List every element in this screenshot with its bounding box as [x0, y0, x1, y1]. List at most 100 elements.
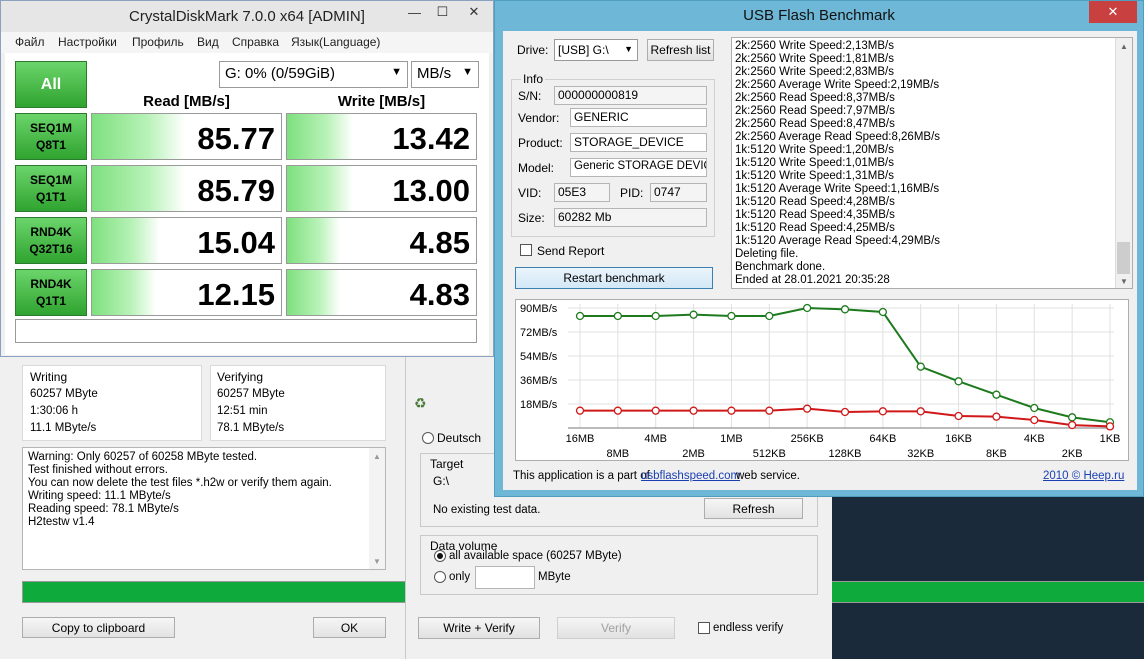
size-field[interactable]: 60282 Mb	[554, 208, 707, 227]
scroll-down-icon[interactable]: ▼	[373, 555, 381, 568]
refresh-list-button[interactable]: Refresh list	[647, 39, 714, 61]
test-label-line1: RND4K	[30, 276, 72, 291]
result-message-box[interactable]: Warning: Only 60257 of 60258 MByte teste…	[22, 447, 386, 570]
read-result: 85.77	[91, 113, 282, 160]
write-value: 4.85	[409, 225, 470, 260]
minimize-icon[interactable]: —	[401, 1, 428, 23]
write-bar	[287, 218, 340, 263]
log-line: 1k:5120 Average Read Speed:4,29MB/s	[735, 235, 941, 247]
read-bar	[92, 218, 161, 263]
log-line: 2k:2560 Average Read Speed:8,26MB/s	[735, 131, 941, 143]
all-space-radio[interactable]	[434, 550, 446, 562]
log-line: 2k:2560 Write Speed:2,83MB/s	[735, 66, 894, 78]
test-button-seq1m-q1t1[interactable]: SEQ1M Q1T1	[15, 165, 87, 212]
message-line: Reading speed: 78.1 MByte/s	[28, 503, 179, 515]
usb-title: USB Flash Benchmark	[743, 7, 895, 24]
x-tick-label: 4MB	[644, 433, 667, 445]
write-result: 4.83	[286, 269, 477, 316]
data-point	[651, 311, 660, 321]
menu-help[interactable]: Справка	[232, 35, 279, 49]
send-report-label: Send Report	[537, 244, 605, 258]
close-icon[interactable]: ✕	[456, 1, 492, 23]
deutsch-radio[interactable]	[422, 432, 434, 444]
log-line: Benchmark done.	[735, 261, 826, 273]
restart-benchmark-button[interactable]: Restart benchmark	[515, 267, 713, 289]
menu-profile[interactable]: Профиль	[132, 35, 184, 49]
h2testw-app-icon: ♻	[414, 395, 427, 411]
model-label: Model:	[518, 161, 555, 175]
verifying-label: Verifying	[217, 370, 264, 384]
test-button-rnd4k-q32t16[interactable]: RND4K Q32T16	[15, 217, 87, 264]
cdm-titlebar[interactable]: CrystalDiskMark 7.0.0 x64 [ADMIN] — ☐ ✕	[1, 1, 493, 32]
x-tick-label: 512KB	[753, 448, 786, 460]
speed-chart: 18MB/s 36MB/s 54MB/s 72MB/s 90MB/s 16MB 8MB 4MB…	[515, 299, 1129, 461]
drive-label: Drive:	[517, 43, 549, 57]
write-verify-button[interactable]: Write + Verify	[418, 617, 540, 639]
menu-view[interactable]: Вид	[197, 35, 219, 49]
test-label-line2: Q1T1	[35, 189, 66, 204]
x-tick-label: 1KB	[1100, 433, 1121, 445]
benchmark-log[interactable]: 2k:2560 Write Speed:2,13MB/s 2k:2560 Wri…	[731, 37, 1133, 289]
read-result: 12.15	[91, 269, 282, 316]
data-point	[1067, 420, 1077, 430]
all-button[interactable]: All	[15, 61, 87, 108]
only-radio[interactable]	[434, 571, 446, 583]
log-line: 1k:5120 Write Speed:1,01MB/s	[735, 157, 894, 169]
log-line: 2k:2560 Read Speed:8,47MB/s	[735, 118, 895, 130]
log-scrollbar[interactable]: ▲ ▼	[1115, 38, 1132, 288]
chevron-down-icon: ▼	[462, 66, 473, 78]
log-scroll-thumb[interactable]	[1117, 242, 1130, 274]
deutsch-label: Deutsch	[437, 431, 482, 445]
product-field[interactable]: STORAGE_DEVICE	[570, 133, 707, 152]
endless-verify-checkbox[interactable]	[698, 622, 710, 634]
ok-button[interactable]: OK	[313, 617, 386, 638]
read-value: 85.79	[197, 173, 275, 208]
sn-field[interactable]: 000000000819	[554, 86, 707, 105]
y-tick-label: 90MB/s	[520, 303, 558, 315]
data-point	[954, 377, 963, 386]
maximize-icon[interactable]: ☐	[429, 1, 456, 23]
data-point	[575, 406, 585, 415]
scroll-up-icon[interactable]: ▲	[373, 450, 381, 463]
unit-select[interactable]: MB/s ▼	[411, 61, 479, 88]
message-scrollbar[interactable]: ▲ ▼	[369, 448, 385, 569]
speed-chart-svg: 18MB/s 36MB/s 54MB/s 72MB/s 90MB/s 16MB 8MB 4MB…	[520, 303, 1121, 460]
scroll-down-icon[interactable]: ▼	[1120, 275, 1128, 288]
verify-button[interactable]: Verify	[557, 617, 675, 639]
close-icon[interactable]: ✕	[1089, 1, 1137, 23]
scroll-up-icon[interactable]: ▲	[1120, 40, 1128, 53]
menu-settings[interactable]: Настройки	[58, 35, 117, 49]
usb-drive-select[interactable]: [USB] G:\ ▼	[554, 39, 638, 61]
copy-to-clipboard-button[interactable]: Copy to clipboard	[22, 617, 175, 638]
only-mbyte-input[interactable]	[475, 566, 535, 589]
data-point	[916, 407, 925, 416]
vid-field[interactable]: 05E3	[554, 183, 610, 202]
model-field[interactable]: Generic STORAGE DEVICE	[570, 158, 707, 177]
test-button-seq1m-q8t1[interactable]: SEQ1M Q8T1	[15, 113, 87, 160]
drive-select[interactable]: G: 0% (0/59GiB) ▼	[219, 61, 408, 88]
refresh-button[interactable]: Refresh	[704, 498, 803, 519]
data-point	[1030, 403, 1039, 413]
vendor-field[interactable]: GENERIC	[570, 108, 707, 127]
message-line: You can now delete the test files *.h2w …	[28, 477, 332, 489]
usbflashspeed-link[interactable]: usbflashspeed.com	[641, 470, 740, 482]
log-line: 2k:2560 Write Speed:1,81MB/s	[735, 53, 894, 65]
heep-link[interactable]: 2010 © Heep.ru	[1043, 470, 1124, 482]
footer-suffix: web service.	[736, 470, 800, 482]
cdm-menubar: Файл Настройки Профиль Вид Справка Язык(…	[1, 32, 493, 53]
message-line: H2testw v1.4	[28, 516, 95, 528]
send-report-checkbox[interactable]	[520, 244, 532, 256]
verifying-speed: 78.1 MByte/s	[217, 422, 285, 434]
test-button-rnd4k-q1t1[interactable]: RND4K Q1T1	[15, 269, 87, 316]
comment-field[interactable]	[15, 319, 477, 343]
data-point	[613, 406, 623, 415]
menu-file[interactable]: Файл	[15, 35, 45, 49]
write-bar	[287, 270, 340, 315]
cdm-body: All G: 0% (0/59GiB) ▼ MB/s ▼ Read [MB/s]…	[5, 53, 489, 355]
data-point	[840, 407, 850, 417]
x-tick-label: 2MB	[682, 448, 705, 460]
pid-field[interactable]: 0747	[650, 183, 707, 202]
menu-language[interactable]: Язык(Language)	[291, 35, 380, 49]
writing-speed: 11.1 MByte/s	[30, 422, 97, 434]
log-line: Ended at 28.01.2021 20:35:28	[735, 274, 890, 286]
